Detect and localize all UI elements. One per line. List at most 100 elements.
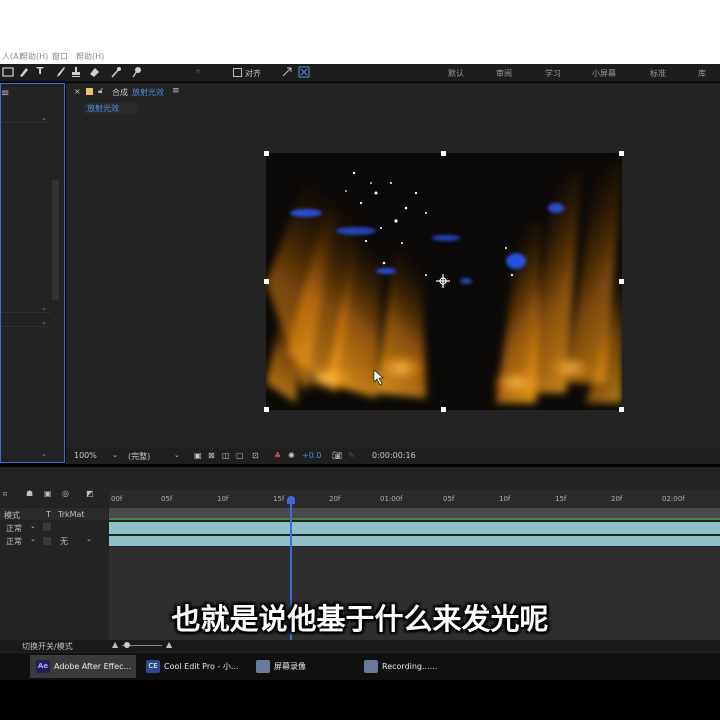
graph-editor-icon[interactable]: ◩ <box>86 489 94 498</box>
color-channel-icon[interactable]: ♣ <box>274 451 281 460</box>
workspace-review[interactable]: 审阅 <box>496 68 512 79</box>
chevron-down-icon[interactable]: ⌄ <box>30 535 36 543</box>
chevron-down-icon[interactable]: ⌄ <box>30 522 36 530</box>
chevron-down-icon[interactable]: ⌄ <box>41 304 47 312</box>
safe-margins-icon[interactable]: ▢ <box>236 451 244 460</box>
taskbar-after-effects[interactable]: Ae Adobe After Effec... <box>30 655 136 678</box>
layer-duration-bar[interactable] <box>109 522 720 534</box>
transparency-grid-icon[interactable]: ⊠ <box>208 451 215 460</box>
transform-handle[interactable] <box>441 407 446 412</box>
workspace-small-screen[interactable]: 小屏幕 <box>592 68 616 79</box>
zoom-in-icon[interactable]: ▲ <box>166 640 172 649</box>
comp-tab-name[interactable]: 放射光效 <box>132 87 164 98</box>
chevron-down-icon[interactable]: ⌄ <box>174 451 180 459</box>
menu-bar: 人(A) 帮助(H) 窗口 帮助(H) <box>0 36 720 64</box>
workspace-learn[interactable]: 学习 <box>545 68 561 79</box>
trkmat-select[interactable]: 无 <box>60 536 68 547</box>
video-subtitle: 也就是说他基于什么来发光呢 <box>171 602 549 636</box>
playhead-handle[interactable] <box>287 496 295 504</box>
layer-row[interactable]: 正常 ⌄ 无 ⌄ <box>0 535 108 547</box>
exposure-reset-icon[interactable]: ✺ <box>288 451 295 460</box>
work-area-bar[interactable] <box>109 508 720 518</box>
shy-layers-icon[interactable]: ☗ <box>26 489 33 498</box>
trkmat-column-header: TrkMat <box>58 510 85 519</box>
region-of-interest-icon[interactable]: ▣ <box>194 451 202 460</box>
exposure-value[interactable]: +0.0 <box>302 451 321 460</box>
panel-scrollbar[interactable] <box>52 180 59 300</box>
taskbar-screen-recorder[interactable]: 屏幕录像 <box>250 655 350 678</box>
layer-mode-select[interactable]: 正常 <box>6 536 22 547</box>
layer-row[interactable]: 正常 ⌄ <box>0 521 108 534</box>
rectangle-tool-icon[interactable] <box>2 66 14 78</box>
menu-item[interactable]: 窗口 <box>52 51 68 62</box>
menu-item[interactable]: 人(A) <box>2 51 22 62</box>
taskbar-cool-edit[interactable]: CE Cool Edit Pro - 小... <box>140 655 246 678</box>
time-ruler[interactable]: 00f 05f 10f 15f 20f 01:00f 05f 10f 15f 2… <box>109 490 720 508</box>
task-label: 屏幕录像 <box>274 662 306 671</box>
transform-handle[interactable] <box>619 407 624 412</box>
ruler-tick: 10f <box>499 495 511 503</box>
comp-viewer-footer: 100% ⌄ (完整) ⌄ ▣ ⊠ ◫ ▢ ⊡ ♣ ✺ +0.0 📷︎ ✎ 0:… <box>66 447 720 464</box>
snap-grid-icon[interactable] <box>298 66 310 78</box>
taskbar-recording[interactable]: Recording...... <box>358 655 458 678</box>
project-row[interactable]: ⌄ <box>1 304 51 313</box>
workspace-default[interactable]: 默认 <box>448 68 464 79</box>
zoom-select[interactable]: 100% <box>74 451 97 460</box>
zoom-out-icon[interactable]: ▲ <box>112 640 118 649</box>
lock-icon[interactable]: 🔓︎ <box>98 86 103 96</box>
workspace-standard[interactable]: 标准 <box>650 68 666 79</box>
preserve-transparency-checkbox[interactable] <box>43 523 51 531</box>
layer-duration-bar[interactable] <box>109 536 720 546</box>
workspace-library[interactable]: 库 <box>698 68 706 79</box>
transform-handle[interactable] <box>264 151 269 156</box>
chevron-down-icon[interactable]: ⌄ <box>41 450 47 458</box>
panel-menu-icon[interactable]: ≡ <box>1 88 9 99</box>
chevron-down-icon[interactable]: ⌄ <box>86 535 92 543</box>
motion-blur-icon[interactable]: ◎ <box>62 489 69 498</box>
toolbar: T ⌖ 对齐 默认 审阅 学习 小屏幕 标准 库 <box>0 64 720 82</box>
zoom-slider-thumb[interactable] <box>124 642 130 648</box>
menu-item[interactable]: 帮助(H) <box>20 51 48 62</box>
roto-brush-icon[interactable] <box>110 66 122 78</box>
preserve-transparency-checkbox[interactable] <box>43 537 51 545</box>
chevron-down-icon[interactable]: ⌄ <box>112 451 118 459</box>
transform-handle[interactable] <box>619 151 624 156</box>
align-checkbox[interactable] <box>232 66 244 78</box>
comp-breadcrumb[interactable]: 放射光效 <box>84 103 138 114</box>
transform-handle[interactable] <box>264 279 269 284</box>
grid-icon[interactable]: ⊡ <box>252 451 259 460</box>
comp-tab-label: 合成 <box>112 88 128 97</box>
pen-tool-icon[interactable] <box>18 66 30 78</box>
snap-icon[interactable] <box>281 66 293 78</box>
type-tool-icon[interactable]: T <box>34 66 46 78</box>
clone-stamp-icon[interactable] <box>70 66 82 78</box>
project-row[interactable]: ⌄ <box>1 114 51 123</box>
current-time[interactable]: 0:00:00:16 <box>372 451 416 460</box>
puppet-pin-icon[interactable] <box>130 66 142 78</box>
project-row[interactable]: ⌄ <box>1 318 51 327</box>
frame-blend-icon[interactable]: ▣ <box>44 489 52 498</box>
resolution-select[interactable]: (完整) <box>128 451 150 462</box>
transform-handle[interactable] <box>441 151 446 156</box>
comp-tab-bar: × 🔓︎ 合成 放射光效 ≡ <box>66 83 720 101</box>
mask-visibility-icon[interactable]: ◫ <box>222 451 230 460</box>
snapshot-icon[interactable]: 📷︎ <box>332 451 342 460</box>
align-label: 对齐 <box>245 69 261 78</box>
ruler-tick: 01:00f <box>380 495 403 503</box>
show-snapshot-icon: ✎ <box>348 451 355 460</box>
close-tab-icon[interactable]: × <box>74 87 81 96</box>
brush-tool-icon[interactable] <box>54 66 66 78</box>
composition-viewer[interactable] <box>266 153 622 410</box>
panel-menu-icon[interactable]: ≡ <box>172 86 180 96</box>
draft-3d-icon[interactable]: ⠶ <box>2 489 8 498</box>
menu-item[interactable]: 帮助(H) <box>76 51 104 62</box>
transform-handle[interactable] <box>619 279 624 284</box>
layer-mode-select[interactable]: 正常 <box>6 523 22 534</box>
chevron-down-icon[interactable]: ⌄ <box>41 114 47 122</box>
transform-handle[interactable] <box>264 407 269 412</box>
top-margin <box>0 0 720 36</box>
toggle-switches-label[interactable]: 切换开关/模式 <box>22 641 73 652</box>
eraser-icon[interactable] <box>88 66 100 78</box>
project-row[interactable]: ⌄ <box>1 450 51 459</box>
chevron-down-icon[interactable]: ⌄ <box>41 318 47 326</box>
